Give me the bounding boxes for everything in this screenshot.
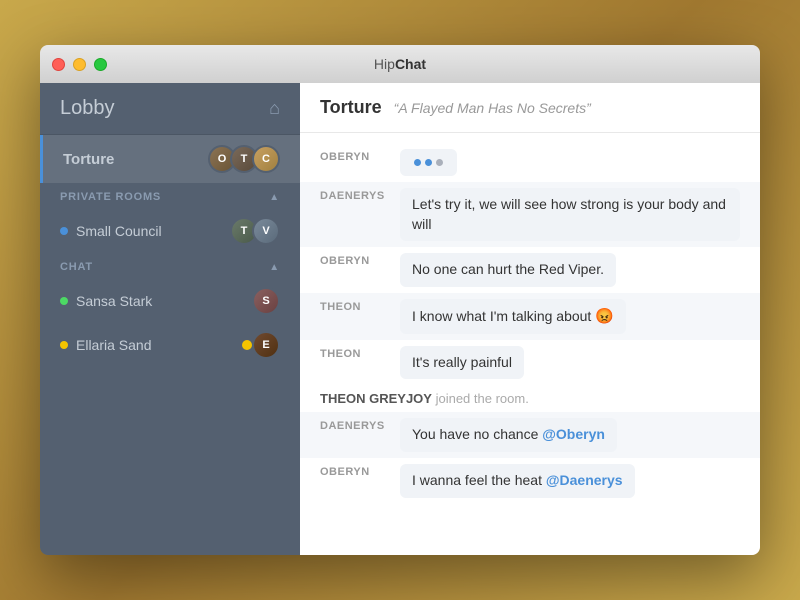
small-council-left: Small Council <box>60 223 162 239</box>
mention-daenerys: @Daenerys <box>546 472 623 488</box>
main-content: Torture “A Flayed Man Has No Secrets” OB… <box>300 83 760 555</box>
chat-header: Torture “A Flayed Man Has No Secrets” <box>300 83 760 133</box>
private-rooms-label: PRIVATE ROOMS <box>60 191 161 203</box>
system-actor: THEON GREYJOY <box>320 391 432 406</box>
sansa-left: Sansa Stark <box>60 293 152 309</box>
titlebar-buttons <box>52 58 107 71</box>
msg-text-1: Let's try it, we will see how strong is … <box>412 196 726 232</box>
msg-row-2: OBERYN No one can hurt the Red Viper. <box>300 247 760 293</box>
typing-dot-3 <box>436 159 443 166</box>
small-council-avatars: T V <box>230 217 280 245</box>
chat-section-arrow[interactable]: ▲ <box>269 262 280 273</box>
ellaria-left: Ellaria Sand <box>60 337 152 353</box>
msg-bubble-5: You have no chance @Oberyn <box>400 418 617 452</box>
title-plain: Hip <box>374 56 395 72</box>
msg-text-2: No one can hurt the Red Viper. <box>412 261 604 277</box>
maximize-button[interactable] <box>94 58 107 71</box>
small-council-name: Small Council <box>76 223 162 239</box>
sidebar-item-sansa[interactable]: Sansa Stark S <box>40 279 300 323</box>
msg-typing: OBERYN <box>300 143 760 182</box>
sidebar-item-ellaria[interactable]: Ellaria Sand E <box>40 323 300 367</box>
msg-bubble-6: I wanna feel the heat @Daenerys <box>400 464 635 498</box>
mention-oberyn: @Oberyn <box>542 426 605 442</box>
msg-text-6: I wanna feel the heat <box>412 472 546 488</box>
emoji-angry: 😡 <box>595 308 614 325</box>
msg-bubble-4: It's really painful <box>400 346 524 380</box>
messages-list: OBERYN DAENERYS Let's try it, we will se… <box>300 133 760 555</box>
avatar-ellaria: E <box>252 331 280 359</box>
app-window: HipChat Lobby ⌂ Torture O T C PRIVA <box>40 45 760 555</box>
system-action: joined the room. <box>436 391 529 406</box>
home-icon: ⌂ <box>269 98 280 119</box>
msg-row-4: THEON It's really painful <box>300 340 760 386</box>
msg-sender-3: THEON <box>320 299 400 313</box>
sidebar-item-torture[interactable]: Torture O T C <box>40 135 300 183</box>
title-bold: Chat <box>395 56 426 72</box>
system-msg-1: THEON GREYJOY joined the room. <box>300 385 760 412</box>
ellaria-right: E <box>242 331 280 359</box>
avatar-cersei: C <box>252 145 280 173</box>
msg-bubble-2: No one can hurt the Red Viper. <box>400 253 616 287</box>
chat-section-label: CHAT <box>60 261 93 273</box>
private-rooms-arrow[interactable]: ▲ <box>269 192 280 203</box>
room-name-torture: Torture <box>63 151 114 168</box>
msg-row-1: DAENERYS Let's try it, we will see how s… <box>300 182 760 247</box>
typing-dot-1 <box>414 159 421 166</box>
ellaria-name: Ellaria Sand <box>76 337 152 353</box>
msg-row-3: THEON I know what I'm talking about 😡 <box>300 293 760 340</box>
sidebar: Lobby ⌂ Torture O T C PRIVATE ROOMS ▲ <box>40 83 300 555</box>
msg-sender-1: DAENERYS <box>320 188 400 202</box>
msg-bubble-1: Let's try it, we will see how strong is … <box>400 188 740 241</box>
msg-sender-4: THEON <box>320 346 400 360</box>
msg-text-5: You have no chance <box>412 426 542 442</box>
msg-row-5: DAENERYS You have no chance @Oberyn <box>300 412 760 458</box>
sidebar-item-lobby[interactable]: Lobby ⌂ <box>40 83 300 135</box>
sansa-dot <box>60 297 68 305</box>
chat-room-name: Torture <box>320 97 382 118</box>
chat-header-section: CHAT ▲ <box>40 253 300 279</box>
msg-text-3: I know what I'm talking about <box>412 308 595 324</box>
minimize-button[interactable] <box>73 58 86 71</box>
torture-avatars: O T C <box>208 145 280 173</box>
msg-sender-2: OBERYN <box>320 253 400 267</box>
typing-sender: OBERYN <box>320 149 400 163</box>
titlebar: HipChat <box>40 45 760 83</box>
ellaria-dot <box>60 341 68 349</box>
msg-sender-5: DAENERYS <box>320 418 400 432</box>
avatar-varys: V <box>252 217 280 245</box>
app-title: HipChat <box>374 56 426 72</box>
msg-row-6: OBERYN I wanna feel the heat @Daenerys <box>300 458 760 504</box>
msg-text-4: It's really painful <box>412 354 512 370</box>
window-body: Lobby ⌂ Torture O T C PRIVATE ROOMS ▲ <box>40 83 760 555</box>
avatar-sansa: S <box>252 287 280 315</box>
small-council-dot <box>60 227 68 235</box>
typing-bubble <box>400 149 457 176</box>
private-rooms-header: PRIVATE ROOMS ▲ <box>40 183 300 209</box>
chat-room-desc: “A Flayed Man Has No Secrets” <box>394 100 591 116</box>
msg-sender-6: OBERYN <box>320 464 400 478</box>
close-button[interactable] <box>52 58 65 71</box>
typing-dot-2 <box>425 159 432 166</box>
sidebar-item-small-council[interactable]: Small Council T V <box>40 209 300 253</box>
ellaria-notification <box>242 340 252 350</box>
lobby-label: Lobby <box>60 97 115 120</box>
sansa-name: Sansa Stark <box>76 293 152 309</box>
msg-bubble-3: I know what I'm talking about 😡 <box>400 299 626 334</box>
